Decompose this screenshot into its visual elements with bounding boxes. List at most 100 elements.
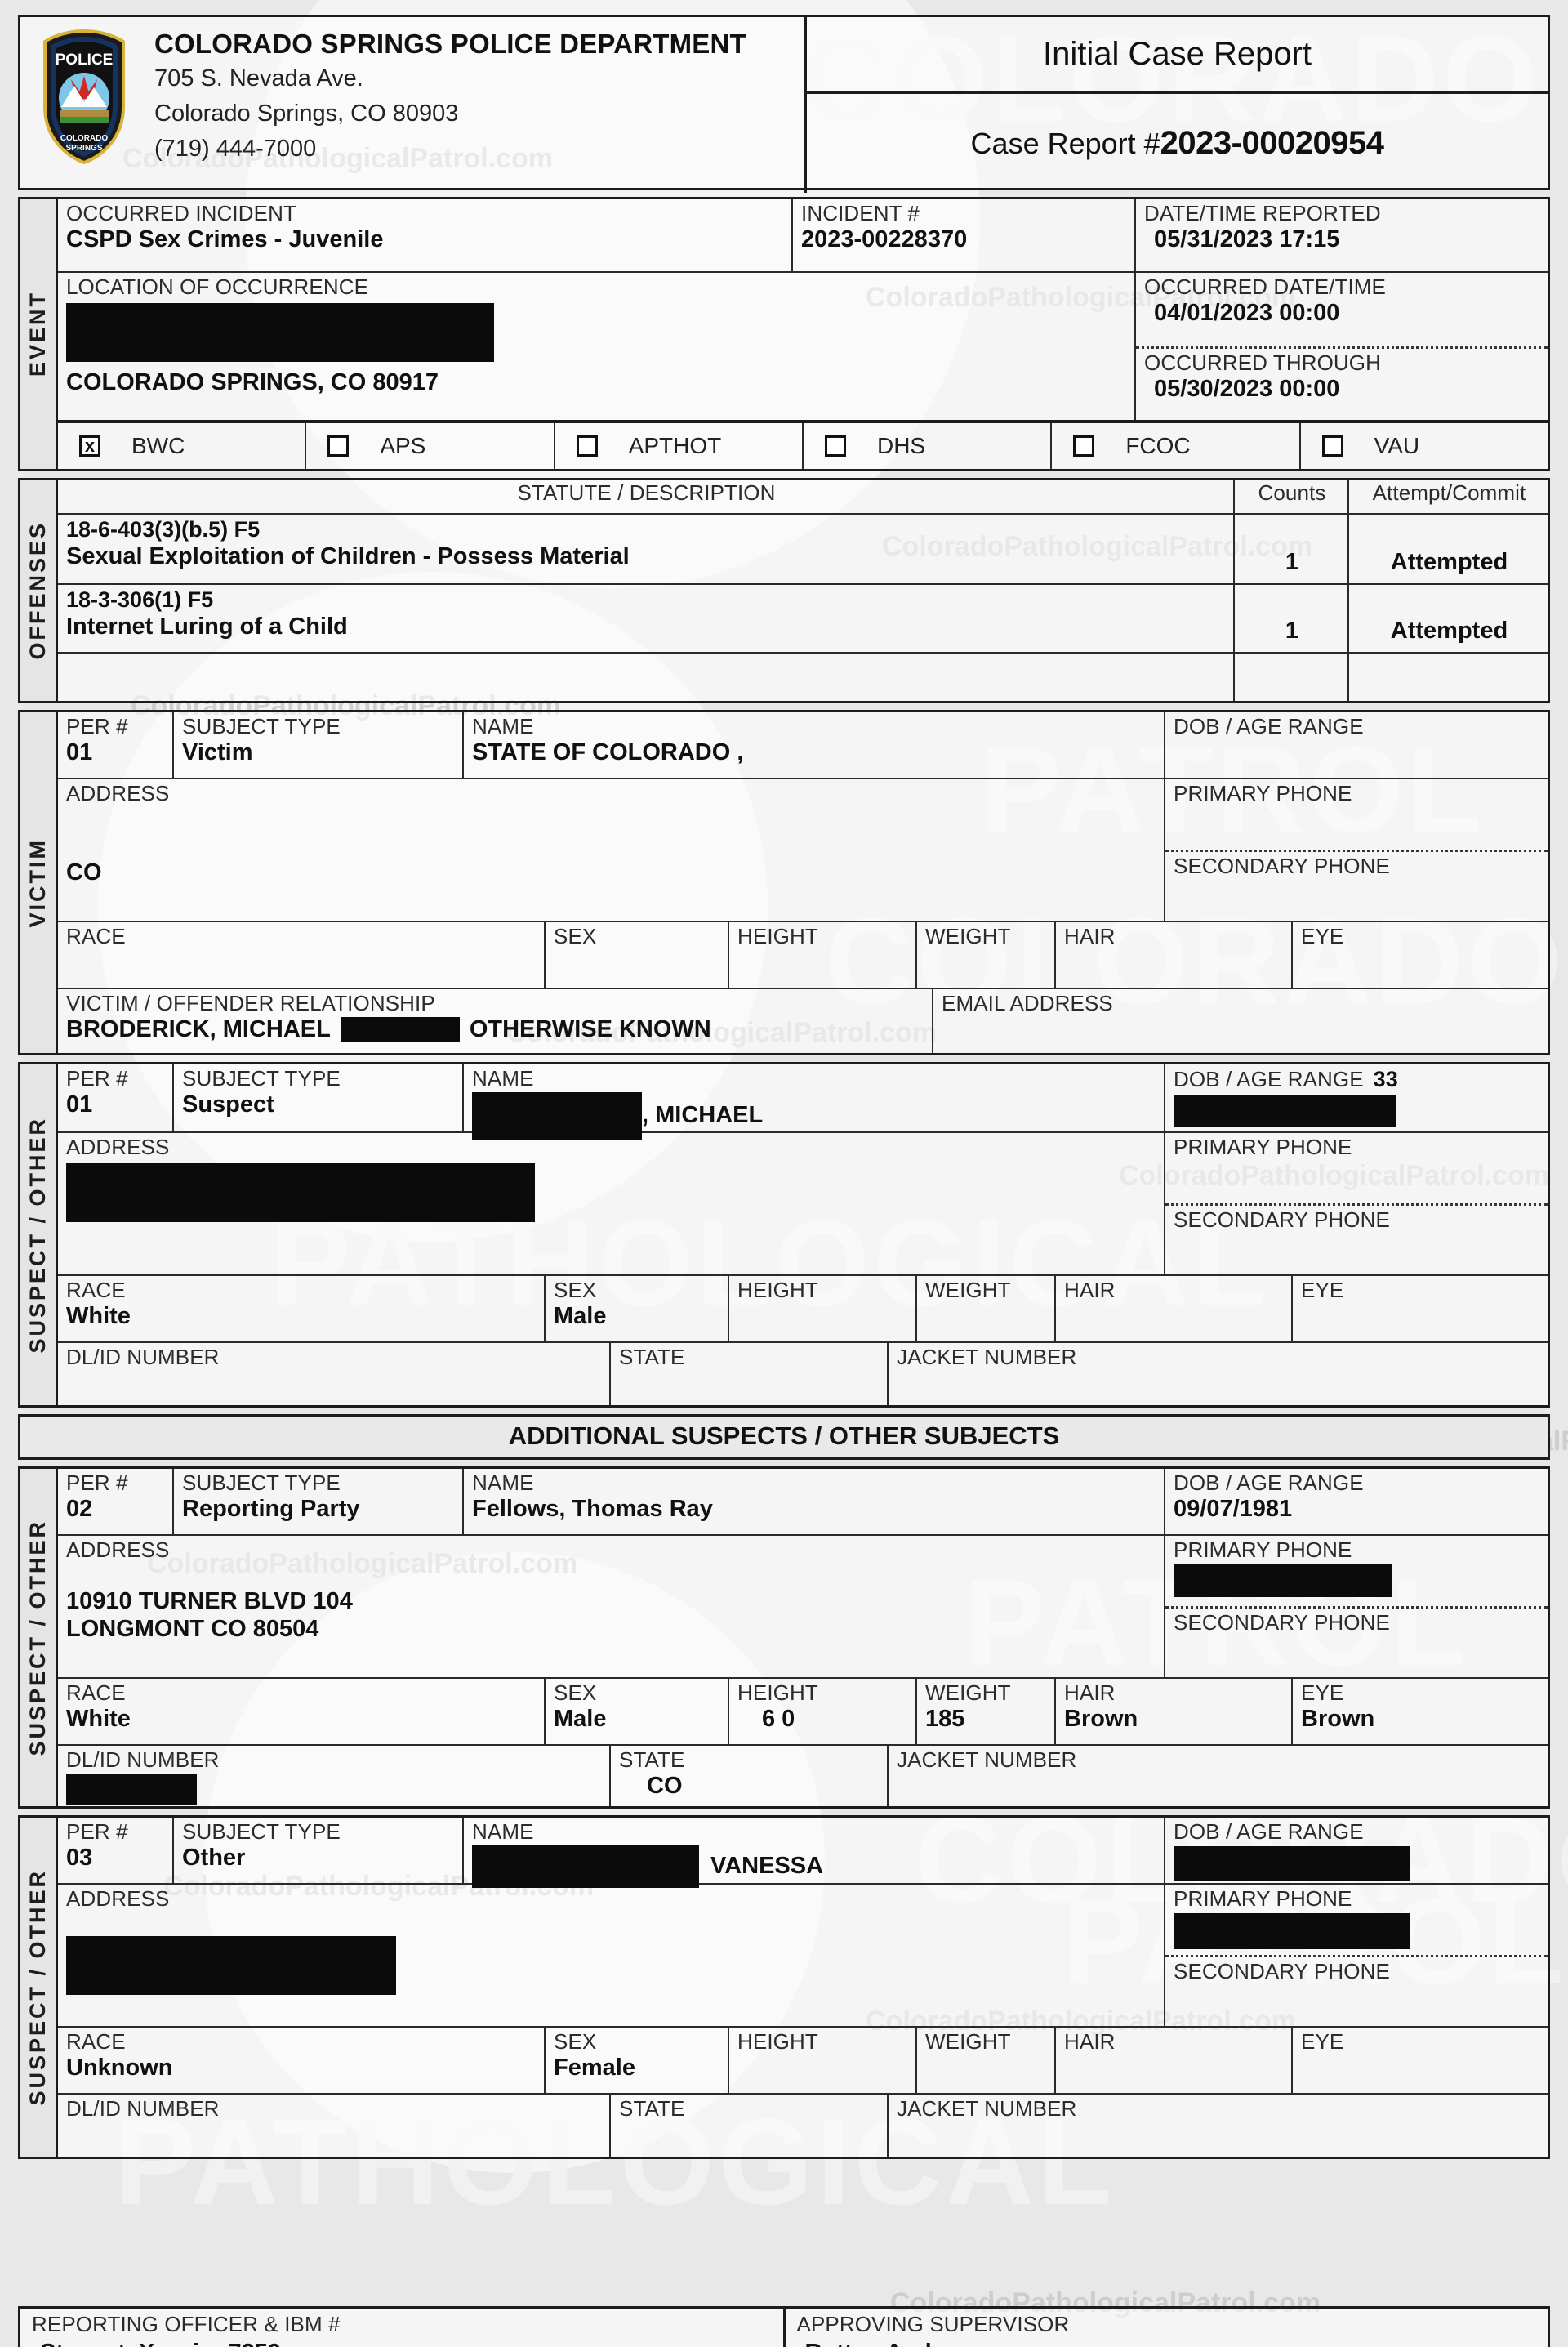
- subject2-state-field: STATE CO: [609, 1746, 887, 1806]
- subject2-weight-field: WEIGHT 185: [915, 1679, 1054, 1744]
- checkbox-dhs-label: DHS: [876, 433, 926, 458]
- subject3-subject-type-field: SUBJECT TYPE Other: [172, 1818, 462, 1883]
- reporting-officer-value: Stewart, Xzavier 7259: [32, 2340, 783, 2347]
- approving-supervisor-label: APPROVING SUPERVISOR: [796, 2312, 1070, 2336]
- subject2-race-field: RACE White: [58, 1679, 544, 1744]
- offense-1-statute-cell: 18-6-403(3)(b.5) F5 Sexual Exploitation …: [58, 515, 1233, 583]
- checkbox-fcoc-label: FCOC: [1125, 433, 1191, 458]
- offenses-section-label: OFFENSES: [20, 480, 58, 701]
- subject2-hair-field: HAIR Brown: [1054, 1679, 1291, 1744]
- case-report-number: 2023-00020954: [1160, 125, 1384, 161]
- subject2-hair-value: Brown: [1064, 1705, 1138, 1732]
- subject2-primary-phone-field: PRIMARY PHONE: [1165, 1536, 1548, 1606]
- subject2-sex-value: Male: [554, 1705, 607, 1732]
- checkbox-item-vau[interactable]: VAU: [1298, 423, 1548, 469]
- subject3-name-redaction-bar: [472, 1845, 699, 1888]
- offense-row: 18-3-306(1) F5 Internet Luring of a Chil…: [58, 583, 1548, 652]
- subject3-secondary-phone-field: SECONDARY PHONE: [1174, 1959, 1390, 1983]
- victim-primary-phone-field: PRIMARY PHONE: [1174, 781, 1352, 805]
- offense-1-counts: 1: [1233, 515, 1348, 583]
- victim-height-field: HEIGHT: [728, 922, 915, 988]
- suspect1-height-field: HEIGHT: [728, 1276, 915, 1341]
- subject3-dob-field: DOB / AGE RANGE: [1164, 1818, 1548, 1883]
- date-time-reported-field: DATE/TIME REPORTED 05/31/2023 17:15: [1134, 199, 1548, 271]
- checkbox-vau-icon[interactable]: [1321, 435, 1343, 457]
- subject-02-section-label: SUSPECT / OTHER: [20, 1469, 58, 1806]
- subject3-address-redaction-bar: [66, 1935, 396, 1995]
- subject3-sex-field: SEX Female: [544, 2028, 728, 2093]
- reporting-officer-label: REPORTING OFFICER & IBM #: [32, 2312, 341, 2336]
- suspect1-per-num-field: PER # 01: [58, 1064, 172, 1131]
- suspect1-race-value: White: [66, 1302, 131, 1329]
- subject2-jacket-field: JACKET NUMBER: [887, 1746, 1548, 1806]
- subject2-state-value: CO: [647, 1772, 683, 1799]
- offense-1-description: Sexual Exploitation of Children - Posses…: [66, 543, 630, 570]
- checkbox-item-aps[interactable]: APS: [305, 423, 553, 469]
- victim-eye-field: EYE: [1291, 922, 1548, 988]
- suspect1-eye-field: EYE: [1291, 1276, 1548, 1341]
- suspect-primary-section-label: SUSPECT / OTHER: [20, 1064, 58, 1405]
- victim-hair-field: HAIR: [1054, 922, 1291, 988]
- subject3-height-field: HEIGHT: [728, 2028, 915, 2093]
- victim-relationship-value: BRODERICK, MICHAEL: [66, 1015, 331, 1042]
- occurred-incident-value: CSPD Sex Crimes - Juvenile: [66, 225, 384, 252]
- checkbox-bwc-icon[interactable]: x: [79, 435, 100, 457]
- offenses-section: OFFENSES STATUTE / DESCRIPTION Counts At…: [18, 478, 1550, 703]
- suspect1-dob-redaction-bar: [1174, 1095, 1396, 1128]
- department-phone: (719) 444-7000: [154, 135, 317, 162]
- suspect1-per-num-value: 01: [66, 1091, 93, 1118]
- occurred-datetime-value: 04/01/2023 00:00: [1154, 299, 1340, 326]
- offense-2-description: Internet Luring of a Child: [66, 614, 348, 640]
- subject2-sex-field: SEX Male: [544, 1679, 728, 1744]
- victim-relationship-suffix: OTHERWISE KNOWN: [469, 1015, 711, 1042]
- suspect1-subject-type-value: Suspect: [182, 1091, 274, 1118]
- subject2-address-line2: LONGMONT CO 80504: [66, 1615, 319, 1642]
- department-block: POLICE COLORADO SPRINGS COLORADO SPRINGS…: [20, 17, 804, 193]
- occurred-incident-field: OCCURRED INCIDENT CSPD Sex Crimes - Juve…: [58, 199, 791, 271]
- subject3-dlid-field: DL/ID NUMBER: [66, 2096, 220, 2121]
- victim-sex-field: SEX: [544, 922, 728, 988]
- checkbox-item-bwc[interactable]: x BWC: [58, 423, 305, 469]
- subject3-dob-redaction-bar: [1174, 1845, 1410, 1881]
- suspect1-race-field: RACE White: [58, 1276, 544, 1341]
- subject-02-section: SUSPECT / OTHER PER # 02 SUBJECT TYPE Re…: [18, 1466, 1550, 1809]
- subject3-state-field: STATE: [609, 2095, 887, 2157]
- subject2-name-field: NAME Fellows, Thomas Ray: [462, 1469, 1164, 1534]
- checkbox-dhs-icon[interactable]: [824, 435, 846, 457]
- report-title-block: Initial Case Report Case Report #2023-00…: [804, 17, 1548, 193]
- suspect1-dob-field: DOB / AGE RANGE 33: [1164, 1064, 1548, 1131]
- police-badge-icon: POLICE COLORADO SPRINGS: [35, 29, 133, 166]
- location-redaction-bar: [66, 302, 494, 362]
- subject3-address-field: ADDRESS: [58, 1885, 1164, 2026]
- subject3-name-field: NAME VANESSA: [462, 1818, 1164, 1888]
- subject3-per-num-value: 03: [66, 1844, 93, 1871]
- date-time-reported-label: DATE/TIME REPORTED: [1144, 201, 1381, 225]
- victim-secondary-phone-field: SECONDARY PHONE: [1174, 854, 1390, 878]
- case-report-label: Case Report #: [970, 127, 1160, 160]
- subject2-dob-value: 09/07/1981: [1174, 1495, 1293, 1522]
- victim-section-label: VICTIM: [20, 712, 58, 1053]
- subject3-race-field: RACE Unknown: [58, 2028, 544, 2093]
- event-checkbox-row: x BWC APS APTHOT DHS FCOC VAU: [58, 420, 1548, 469]
- report-frame: POLICE COLORADO SPRINGS COLORADO SPRINGS…: [18, 15, 1550, 2347]
- checkbox-item-fcoc[interactable]: FCOC: [1050, 423, 1298, 469]
- offense-2-attempt-commit: Attempted: [1348, 585, 1548, 652]
- subject2-dob-field: DOB / AGE RANGE 09/07/1981: [1164, 1469, 1548, 1534]
- event-section-label: EVENT: [20, 199, 58, 469]
- checkbox-aps-icon[interactable]: [327, 435, 350, 457]
- checkbox-item-dhs[interactable]: DHS: [801, 423, 1050, 469]
- checkbox-item-apthot[interactable]: APTHOT: [553, 423, 802, 469]
- subject2-race-value: White: [66, 1705, 131, 1732]
- checkbox-apthot-icon[interactable]: [576, 435, 598, 457]
- suspect1-dlid-field: DL/ID NUMBER: [66, 1345, 220, 1369]
- report-title: Initial Case Report: [1042, 36, 1312, 72]
- victim-race-field: RACE: [66, 924, 126, 948]
- subject2-weight-value: 185: [925, 1705, 965, 1732]
- report-footer: REPORTING OFFICER & IBM # Stewart, Xzavi…: [18, 2306, 1550, 2347]
- suspect1-name-suffix: , MICHAEL: [642, 1101, 764, 1128]
- subject3-primary-phone-redaction-bar: [1174, 1912, 1410, 1949]
- checkbox-fcoc-icon[interactable]: [1073, 435, 1095, 457]
- occurred-datetime-label: OCCURRED DATE/TIME: [1144, 274, 1386, 299]
- additional-suspects-banner: ADDITIONAL SUSPECTS / OTHER SUBJECTS: [18, 1414, 1550, 1460]
- subject3-jacket-field: JACKET NUMBER: [887, 2095, 1548, 2157]
